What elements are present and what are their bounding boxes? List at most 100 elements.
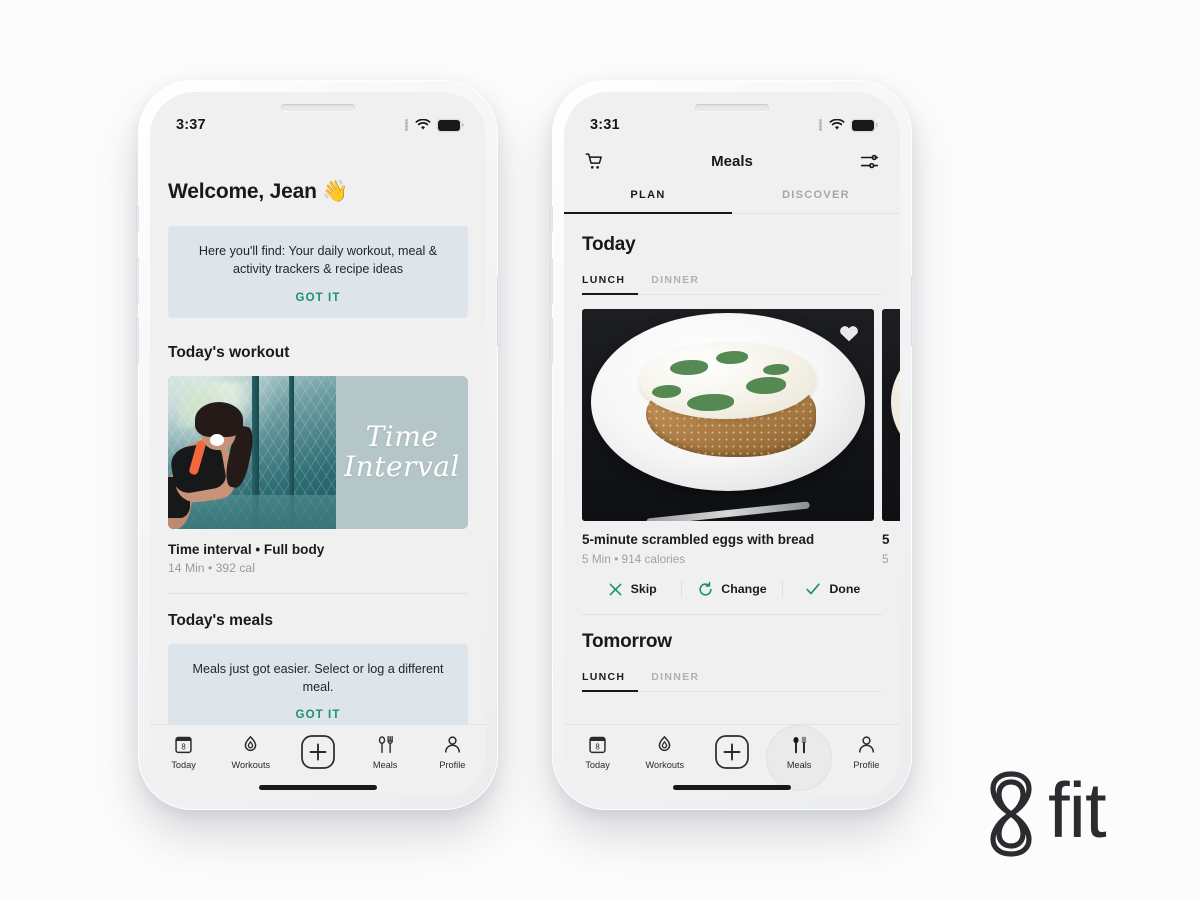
meal-title-next: 5 <box>882 532 890 547</box>
active-tab-highlight <box>766 725 832 791</box>
got-it-meals-button[interactable]: GOT IT <box>188 709 448 721</box>
phone-device-left: 3:37 Welcome, Jean 👋 Here you'll find: Y… <box>136 80 500 810</box>
change-button[interactable]: Change <box>682 581 781 598</box>
tab-label: Workouts <box>645 760 685 770</box>
check-icon <box>804 580 822 598</box>
volume-up-button[interactable] <box>136 258 139 304</box>
got-it-button[interactable]: GOT IT <box>188 292 448 304</box>
home-indicator[interactable] <box>673 785 791 790</box>
tab-label: Today <box>171 760 196 770</box>
meal-card[interactable]: 5-minute scrambled eggs with bread 5 Min… <box>582 309 874 566</box>
meal-carousel[interactable]: 5-minute scrambled eggs with bread 5 Min… <box>582 309 900 566</box>
phone-device-right: 3:31 Meals PLAN DISCOVER Today LUNCH DIN… <box>550 80 914 810</box>
top-tabs: PLAN DISCOVER <box>564 178 900 213</box>
shopping-cart-icon[interactable] <box>584 151 605 172</box>
flame-icon <box>240 734 261 755</box>
action-label: Done <box>829 582 861 596</box>
section-heading-today: Today <box>582 234 636 255</box>
workout-script-line-1: Time <box>365 419 439 453</box>
brand-logo-text: fit <box>1048 766 1107 854</box>
active-subtab-indicator <box>582 293 638 296</box>
workout-meta: 14 Min • 392 cal <box>168 560 255 575</box>
subtab-dinner-tomorrow[interactable]: DINNER <box>651 665 699 691</box>
info-banner-text: Here you'll find: Your daily workout, me… <box>198 244 438 277</box>
info-banner-meals-text: Meals just got easier. Select or log a d… <box>192 661 444 694</box>
tab-profile[interactable]: Profile <box>423 734 481 770</box>
screen-body-right: Meals PLAN DISCOVER Today LUNCH DINNER 5… <box>564 144 900 798</box>
status-time: 3:31 <box>590 117 620 133</box>
tab-meals-active[interactable]: Meals <box>770 734 828 770</box>
page-title: Welcome, Jean 👋 <box>168 180 349 203</box>
tab-today[interactable]: 8 Today <box>155 734 213 770</box>
page-title: Meals <box>711 152 753 170</box>
earpiece-speaker <box>281 104 355 111</box>
tab-workouts[interactable]: Workouts <box>636 734 694 770</box>
app-nav-bar: Meals <box>564 144 900 178</box>
action-label: Change <box>721 582 767 596</box>
silent-switch[interactable] <box>136 206 139 232</box>
today-subtabs-underline <box>582 293 882 296</box>
active-subtab-indicator <box>582 690 638 693</box>
section-heading-workout: Today's workout <box>168 343 290 361</box>
top-tabs-underline <box>564 212 900 215</box>
home-indicator[interactable] <box>259 785 377 790</box>
tab-label: Profile <box>853 760 880 770</box>
close-x-icon <box>607 581 624 598</box>
power-button[interactable] <box>497 276 500 346</box>
info-banner-welcome: Here you'll find: Your daily workout, me… <box>168 226 468 318</box>
plus-icon <box>300 734 336 770</box>
active-tab-indicator <box>564 212 732 215</box>
wifi-icon <box>415 118 431 131</box>
heart-icon[interactable] <box>838 323 860 343</box>
tomorrow-subtabs-underline <box>582 690 882 693</box>
volume-down-button[interactable] <box>136 318 139 364</box>
subtab-dinner[interactable]: DINNER <box>651 268 699 294</box>
screen-left: 3:37 Welcome, Jean 👋 Here you'll find: Y… <box>150 92 486 798</box>
tab-add[interactable] <box>703 734 761 770</box>
skip-button[interactable]: Skip <box>582 581 681 598</box>
svg-text:8: 8 <box>595 742 600 751</box>
tab-discover[interactable]: DISCOVER <box>732 178 900 213</box>
status-bar-right: 3:31 <box>564 114 900 136</box>
subtab-lunch[interactable]: LUNCH <box>582 268 625 294</box>
silent-switch[interactable] <box>550 206 553 232</box>
workout-card-label: Time Interval <box>336 375 468 529</box>
tab-today[interactable]: 8 Today <box>569 734 627 770</box>
meal-photo-next <box>882 309 900 521</box>
tab-label: Profile <box>439 760 466 770</box>
tab-plan[interactable]: PLAN <box>564 178 732 213</box>
tab-profile[interactable]: Profile <box>837 734 895 770</box>
meal-meta: 5 Min • 914 calories <box>582 552 686 566</box>
eight-infinity-logo-icon <box>978 766 1044 862</box>
tab-add[interactable] <box>289 734 347 770</box>
earpiece-speaker <box>695 104 769 111</box>
brand-logo: fit <box>978 766 1107 862</box>
subtab-lunch-tomorrow[interactable]: LUNCH <box>582 665 625 691</box>
meal-card-next[interactable]: 5 5 <box>882 309 900 566</box>
refresh-icon <box>697 581 714 598</box>
tab-workouts[interactable]: Workouts <box>222 734 280 770</box>
person-icon <box>442 734 463 755</box>
flame-icon <box>654 734 675 755</box>
plus-icon <box>714 734 750 770</box>
filter-sliders-icon[interactable] <box>859 151 880 172</box>
volume-down-button[interactable] <box>550 318 553 364</box>
volume-up-button[interactable] <box>550 258 553 304</box>
svg-text:8: 8 <box>181 742 186 751</box>
power-button[interactable] <box>911 276 914 346</box>
workout-card[interactable]: Time Interval <box>168 375 468 529</box>
signal-dots-icon <box>405 119 408 131</box>
meal-meta-next: 5 <box>882 552 889 566</box>
tab-label: Workouts <box>231 760 271 770</box>
tab-meals[interactable]: Meals <box>356 734 414 770</box>
battery-icon <box>438 119 464 131</box>
meal-title: 5-minute scrambled eggs with bread <box>582 532 815 547</box>
person-icon <box>856 734 877 755</box>
today-subtabs: LUNCH DINNER <box>582 268 882 294</box>
battery-icon <box>852 119 878 131</box>
workout-photo <box>168 375 336 529</box>
calendar-icon: 8 <box>173 734 194 755</box>
status-bar-left: 3:37 <box>150 114 486 136</box>
meal-photo <box>582 309 874 521</box>
done-button[interactable]: Done <box>783 580 882 598</box>
